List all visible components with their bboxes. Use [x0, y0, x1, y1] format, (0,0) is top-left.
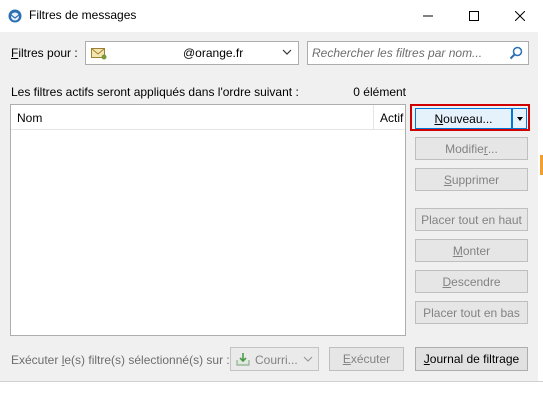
account-value: @orange.fr — [183, 46, 244, 60]
column-header-active[interactable]: Actif — [380, 111, 403, 125]
search-input[interactable] — [312, 45, 504, 61]
inbox-download-icon — [236, 353, 250, 366]
title-bar: Filtres de messages — [0, 0, 543, 32]
run-on-label: Exécuter le(s) filtre(s) sélectionné(s) … — [11, 353, 230, 367]
new-filter-dropdown[interactable] — [512, 108, 527, 129]
mail-account-icon — [91, 48, 107, 60]
minimize-icon — [423, 15, 433, 17]
move-to-bottom-button[interactable]: Placer tout en bas — [415, 301, 528, 324]
new-filter-button[interactable]: Nouveau... — [415, 108, 512, 129]
modify-button[interactable]: Modifie r... — [415, 137, 528, 160]
run-button[interactable]: Exécuter — [329, 347, 404, 371]
new-button-highlight: Nouveau... — [410, 104, 530, 131]
chevron-down-icon — [282, 49, 292, 55]
thunderbird-app-icon — [8, 9, 22, 23]
filter-log-button[interactable]: Journal de filtrage — [415, 347, 528, 371]
move-up-button[interactable]: Monter — [415, 239, 528, 262]
column-separator[interactable] — [373, 105, 374, 130]
search-icon[interactable] — [509, 46, 523, 60]
close-icon — [515, 11, 525, 21]
search-box[interactable] — [307, 41, 529, 65]
dropdown-arrow-icon — [516, 116, 523, 121]
maximize-button[interactable] — [451, 0, 497, 32]
folder-value: Courri... — [255, 353, 298, 367]
column-header-name[interactable]: Nom — [17, 111, 42, 125]
filter-list[interactable]: Nom Actif — [10, 104, 406, 336]
maximize-icon — [469, 11, 479, 21]
move-down-button[interactable]: Descendre — [415, 270, 528, 293]
move-to-top-button[interactable]: Placer tout en haut — [415, 208, 528, 231]
dialog-bottom-border — [0, 381, 543, 382]
message-filters-dialog: Filtres de messages Filtres pour : @oran… — [0, 0, 543, 405]
list-header: Nom Actif — [11, 105, 405, 130]
delete-button[interactable]: Supprimer — [415, 168, 528, 191]
close-button[interactable] — [497, 0, 543, 32]
folder-dropdown[interactable]: Courri... — [230, 347, 319, 371]
background-window-edge — [538, 32, 543, 381]
background-window-bottom — [0, 381, 543, 405]
filter-order-text: Les filtres actifs seront appliqués dans… — [11, 85, 299, 99]
filter-count: 0 élément — [353, 85, 406, 99]
filters-for-label: Filtres pour : — [11, 46, 78, 60]
account-dropdown[interactable]: @orange.fr — [85, 41, 299, 65]
chevron-down-icon — [303, 356, 313, 362]
minimize-button[interactable] — [405, 0, 451, 32]
window-title: Filtres de messages — [29, 8, 137, 22]
